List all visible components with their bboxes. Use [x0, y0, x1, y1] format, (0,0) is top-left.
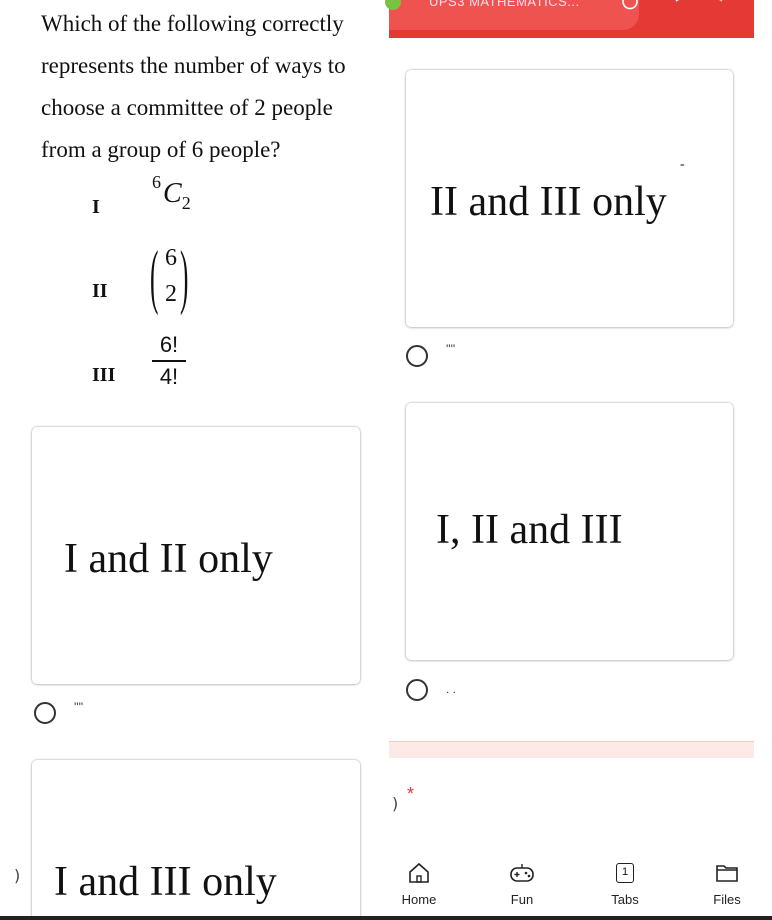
tabs-count-badge: 1	[616, 863, 634, 883]
title-pill[interactable]: UPS3 MATHEMATICS...	[385, 0, 639, 30]
radio-label: . .	[446, 682, 457, 696]
binomial-top: 6	[165, 245, 177, 271]
nav-files[interactable]: Files	[692, 860, 762, 907]
statement-numeral: III	[92, 364, 116, 386]
nav-label: Fun	[510, 892, 534, 907]
option-card[interactable]: - II and III only	[406, 70, 733, 327]
gamepad-icon	[487, 860, 557, 886]
option-card[interactable]: I and III only	[32, 760, 360, 920]
option-radio[interactable]	[406, 679, 428, 701]
expr-subscript: 2	[181, 192, 191, 213]
radio-label: ''''	[74, 700, 84, 714]
required-asterisk: *	[407, 784, 415, 804]
top-bar: UPS3 MATHEMATICS...	[385, 0, 754, 38]
reload-icon[interactable]	[621, 0, 639, 14]
option-text: II and III only	[430, 179, 667, 225]
nav-fun[interactable]: Fun	[487, 860, 557, 907]
statement-i-expression: 6C2	[152, 172, 191, 214]
option-text: I, II and III	[436, 507, 623, 553]
forward-arrow-icon[interactable]	[714, 0, 724, 14]
fraction-denominator: 4!	[159, 364, 179, 389]
statement-iii-fraction: 6! 4!	[152, 332, 186, 390]
option-text: I and II only	[64, 536, 273, 582]
nav-label: Tabs	[611, 892, 639, 907]
left-paren: (	[150, 236, 159, 316]
option-radio[interactable]	[406, 345, 428, 367]
nav-home[interactable]: Home	[384, 860, 454, 907]
expr-main: C	[163, 178, 182, 210]
fraction-bar	[152, 360, 186, 362]
statement-numeral: II	[92, 280, 108, 302]
right-paren: )	[180, 236, 189, 316]
question-text: Which of the following correctly represe…	[41, 3, 371, 171]
partial-radio-icon[interactable]: )	[392, 794, 398, 813]
question-line: Which of the following correctly	[41, 11, 344, 36]
home-icon	[384, 860, 454, 886]
highlight-strip	[389, 741, 754, 758]
nav-label: Files	[713, 892, 741, 907]
status-dot-icon	[385, 0, 401, 10]
bottom-navigation: Home Fun 1 Tabs Files	[380, 846, 772, 920]
expr-superscript: 6	[152, 172, 161, 192]
back-arrow-icon[interactable]	[674, 0, 684, 14]
fraction-numerator: 6!	[159, 332, 179, 357]
tick-mark: -	[680, 157, 685, 172]
question-line: from a group of 6 people?	[41, 137, 281, 162]
option-radio[interactable]	[34, 702, 56, 724]
option-card[interactable]: I and II only	[32, 427, 360, 684]
question-line: represents the number of ways to	[41, 53, 346, 78]
app-title: UPS3 MATHEMATICS...	[429, 0, 580, 9]
nav-tabs[interactable]: 1 Tabs	[590, 860, 660, 907]
bottom-edge-line	[0, 916, 772, 920]
statement-ii-binomial: ( 6 2 )	[150, 236, 200, 317]
question-line: choose a committee of 2 people	[41, 95, 333, 120]
option-text: I and III only	[54, 859, 277, 905]
partial-radio[interactable]: )	[14, 866, 20, 885]
option-card[interactable]: I, II and III	[406, 403, 733, 660]
statement-numeral: I	[92, 196, 100, 218]
folder-icon	[692, 860, 762, 886]
radio-label: ''''	[446, 342, 456, 356]
nav-label: Home	[401, 892, 437, 907]
binomial-bottom: 2	[165, 281, 177, 307]
tabs-icon: 1	[590, 860, 660, 886]
